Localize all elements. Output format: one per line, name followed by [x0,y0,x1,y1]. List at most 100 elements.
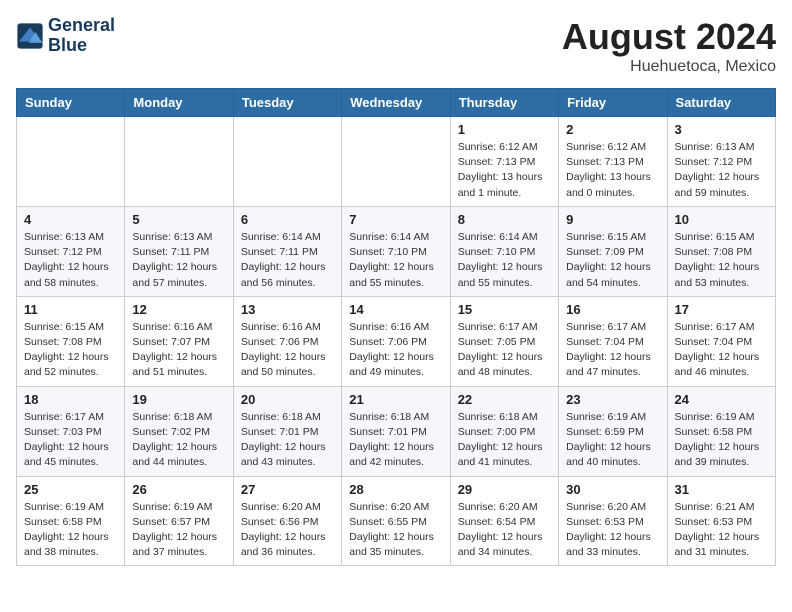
day-number: 31 [675,482,768,497]
calendar-day-cell: 16Sunrise: 6:17 AMSunset: 7:04 PMDayligh… [559,296,667,386]
day-number: 22 [458,392,551,407]
day-info: Sunrise: 6:19 AMSunset: 6:57 PMDaylight:… [132,500,225,561]
day-info: Sunrise: 6:16 AMSunset: 7:07 PMDaylight:… [132,320,225,381]
logo-icon [16,22,44,50]
day-info: Sunrise: 6:20 AMSunset: 6:56 PMDaylight:… [241,500,334,561]
calendar-empty-cell [342,117,450,207]
day-number: 8 [458,212,551,227]
day-number: 29 [458,482,551,497]
day-info: Sunrise: 6:12 AMSunset: 7:13 PMDaylight:… [566,140,659,201]
day-info: Sunrise: 6:15 AMSunset: 7:09 PMDaylight:… [566,230,659,291]
day-number: 24 [675,392,768,407]
day-number: 13 [241,302,334,317]
day-number: 30 [566,482,659,497]
location-subtitle: Huehuetoca, Mexico [562,58,776,76]
calendar-week-row: 4 Sunrise: 6:13 AMSunset: 7:12 PMDaylight… [17,206,776,296]
calendar-day-cell: 21Sunrise: 6:18 AMSunset: 7:01 PMDayligh… [342,386,450,476]
day-number: 12 [132,302,225,317]
day-number: 9 [566,212,659,227]
calendar-day-cell: 3 Sunrise: 6:13 AMSunset: 7:12 PMDaylight… [667,117,775,207]
day-number: 26 [132,482,225,497]
calendar-day-cell: 28Sunrise: 6:20 AMSunset: 6:55 PMDayligh… [342,476,450,566]
calendar-day-cell: 13Sunrise: 6:16 AMSunset: 7:06 PMDayligh… [233,296,341,386]
day-number: 27 [241,482,334,497]
logo: General Blue [16,16,115,56]
day-info: Sunrise: 6:20 AMSunset: 6:53 PMDaylight:… [566,500,659,561]
day-info: Sunrise: 6:13 AMSunset: 7:12 PMDaylight:… [675,140,768,201]
calendar-empty-cell [125,117,233,207]
day-info: Sunrise: 6:12 AMSunset: 7:13 PMDaylight:… [458,140,551,201]
day-info: Sunrise: 6:21 AMSunset: 6:53 PMDaylight:… [675,500,768,561]
calendar-day-cell: 23 Sunrise: 6:19 AMSunset: 6:59 PMDayligh… [559,386,667,476]
day-info: Sunrise: 6:14 AMSunset: 7:10 PMDaylight:… [458,230,551,291]
calendar-day-cell: 9 Sunrise: 6:15 AMSunset: 7:09 PMDaylight… [559,206,667,296]
calendar-day-cell: 2 Sunrise: 6:12 AMSunset: 7:13 PMDaylight… [559,117,667,207]
day-info: Sunrise: 6:13 AMSunset: 7:12 PMDaylight:… [24,230,117,291]
day-number: 7 [349,212,442,227]
calendar-day-cell: 10 Sunrise: 6:15 AMSunset: 7:08 PMDayligh… [667,206,775,296]
day-number: 1 [458,122,551,137]
title-area: August 2024 Huehuetoca, Mexico [562,16,776,76]
calendar-week-row: 25 Sunrise: 6:19 AMSunset: 6:58 PMDayligh… [17,476,776,566]
day-of-week-header: Saturday [667,89,775,117]
day-number: 17 [675,302,768,317]
calendar-day-cell: 4 Sunrise: 6:13 AMSunset: 7:12 PMDaylight… [17,206,125,296]
day-number: 3 [675,122,768,137]
calendar-day-cell: 29 Sunrise: 6:20 AMSunset: 6:54 PMDayligh… [450,476,558,566]
calendar-day-cell: 26 Sunrise: 6:19 AMSunset: 6:57 PMDayligh… [125,476,233,566]
day-number: 14 [349,302,442,317]
day-of-week-header: Friday [559,89,667,117]
day-info: Sunrise: 6:15 AMSunset: 7:08 PMDaylight:… [24,320,117,381]
day-info: Sunrise: 6:14 AMSunset: 7:11 PMDaylight:… [241,230,334,291]
day-info: Sunrise: 6:14 AMSunset: 7:10 PMDaylight:… [349,230,442,291]
day-number: 5 [132,212,225,227]
calendar-day-cell: 25 Sunrise: 6:19 AMSunset: 6:58 PMDayligh… [17,476,125,566]
calendar-day-cell: 12 Sunrise: 6:16 AMSunset: 7:07 PMDayligh… [125,296,233,386]
calendar-week-row: 18 Sunrise: 6:17 AMSunset: 7:03 PMDayligh… [17,386,776,476]
calendar-day-cell: 7 Sunrise: 6:14 AMSunset: 7:10 PMDaylight… [342,206,450,296]
logo-text: General Blue [48,16,115,56]
day-of-week-header: Thursday [450,89,558,117]
calendar-day-cell: 8 Sunrise: 6:14 AMSunset: 7:10 PMDaylight… [450,206,558,296]
day-number: 21 [349,392,442,407]
day-number: 2 [566,122,659,137]
day-number: 4 [24,212,117,227]
day-number: 18 [24,392,117,407]
calendar-day-cell: 20 Sunrise: 6:18 AMSunset: 7:01 PMDayligh… [233,386,341,476]
calendar-day-cell: 11Sunrise: 6:15 AMSunset: 7:08 PMDayligh… [17,296,125,386]
day-number: 15 [458,302,551,317]
day-number: 23 [566,392,659,407]
calendar-day-cell: 5 Sunrise: 6:13 AMSunset: 7:11 PMDaylight… [125,206,233,296]
calendar-day-cell: 6Sunrise: 6:14 AMSunset: 7:11 PMDaylight… [233,206,341,296]
day-info: Sunrise: 6:15 AMSunset: 7:08 PMDaylight:… [675,230,768,291]
calendar-table: SundayMondayTuesdayWednesdayThursdayFrid… [16,88,776,566]
day-of-week-header: Wednesday [342,89,450,117]
day-info: Sunrise: 6:17 AMSunset: 7:03 PMDaylight:… [24,410,117,471]
calendar-day-cell: 17 Sunrise: 6:17 AMSunset: 7:04 PMDayligh… [667,296,775,386]
calendar-day-cell: 24 Sunrise: 6:19 AMSunset: 6:58 PMDayligh… [667,386,775,476]
calendar-day-cell: 15Sunrise: 6:17 AMSunset: 7:05 PMDayligh… [450,296,558,386]
calendar-header-row: SundayMondayTuesdayWednesdayThursdayFrid… [17,89,776,117]
day-number: 16 [566,302,659,317]
calendar-empty-cell [17,117,125,207]
page-header: General Blue August 2024 Huehuetoca, Mex… [16,16,776,76]
day-info: Sunrise: 6:20 AMSunset: 6:54 PMDaylight:… [458,500,551,561]
calendar-day-cell: 27 Sunrise: 6:20 AMSunset: 6:56 PMDayligh… [233,476,341,566]
calendar-week-row: 11Sunrise: 6:15 AMSunset: 7:08 PMDayligh… [17,296,776,386]
day-info: Sunrise: 6:19 AMSunset: 6:59 PMDaylight:… [566,410,659,471]
day-info: Sunrise: 6:16 AMSunset: 7:06 PMDaylight:… [349,320,442,381]
day-number: 10 [675,212,768,227]
day-info: Sunrise: 6:18 AMSunset: 7:01 PMDaylight:… [241,410,334,471]
day-info: Sunrise: 6:13 AMSunset: 7:11 PMDaylight:… [132,230,225,291]
day-info: Sunrise: 6:18 AMSunset: 7:00 PMDaylight:… [458,410,551,471]
day-number: 20 [241,392,334,407]
day-info: Sunrise: 6:18 AMSunset: 7:02 PMDaylight:… [132,410,225,471]
day-info: Sunrise: 6:19 AMSunset: 6:58 PMDaylight:… [675,410,768,471]
day-of-week-header: Monday [125,89,233,117]
calendar-day-cell: 31 Sunrise: 6:21 AMSunset: 6:53 PMDayligh… [667,476,775,566]
day-number: 25 [24,482,117,497]
calendar-day-cell: 22 Sunrise: 6:18 AMSunset: 7:00 PMDayligh… [450,386,558,476]
month-year-title: August 2024 [562,16,776,58]
day-info: Sunrise: 6:19 AMSunset: 6:58 PMDaylight:… [24,500,117,561]
day-info: Sunrise: 6:17 AMSunset: 7:04 PMDaylight:… [675,320,768,381]
